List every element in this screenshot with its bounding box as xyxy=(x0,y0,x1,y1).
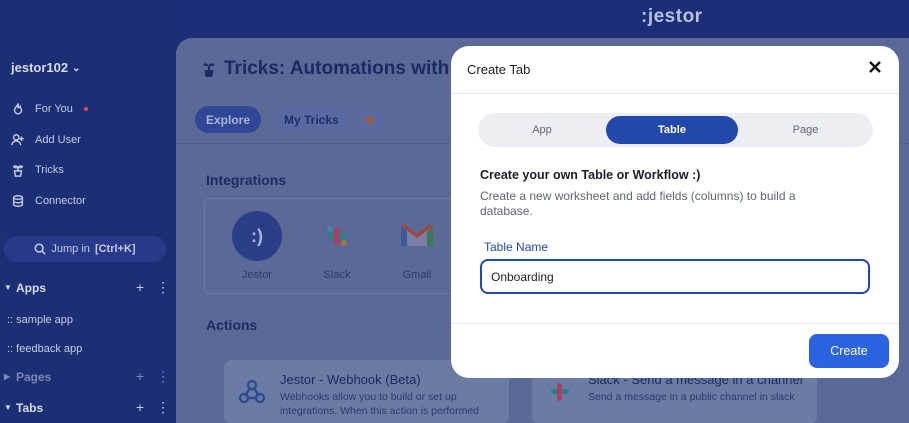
search-icon xyxy=(34,243,47,255)
actions-title: Actions xyxy=(206,317,258,333)
chevron-down-icon: ⌄ xyxy=(72,63,81,74)
close-button[interactable] xyxy=(868,60,884,76)
action-description: Send a message in a public channel in sl… xyxy=(588,391,795,403)
create-button[interactable]: Create xyxy=(809,334,889,368)
sidebar-item-label: Tricks xyxy=(35,164,64,176)
workspace-name: jestor102 xyxy=(11,60,69,75)
close-icon xyxy=(869,61,881,73)
table-name-label: Table Name xyxy=(484,240,549,254)
modal-heading: Create your own Table or Workflow :) xyxy=(480,168,701,182)
sun-icon xyxy=(363,112,377,127)
sidebar-item-add-user[interactable]: Add User xyxy=(10,132,81,148)
plus-icon[interactable]: + xyxy=(136,368,144,385)
sidebar-item-for-you[interactable]: For You xyxy=(10,101,88,117)
page-title: Tricks: Automations with xyxy=(200,58,449,80)
sidebar-item-tricks[interactable]: Tricks xyxy=(10,162,64,178)
jump-in-search[interactable]: Jump in [Ctrl+K] xyxy=(4,236,166,262)
sidebar-item-label: Connector xyxy=(35,195,86,207)
segment-page[interactable]: Page xyxy=(740,116,871,144)
more-icon[interactable]: ⋮ xyxy=(156,368,170,385)
section-label: Tabs xyxy=(16,400,44,415)
more-icon[interactable]: ⋮ xyxy=(156,399,170,416)
modal-header: Create Tab xyxy=(451,46,899,94)
slack-icon xyxy=(551,383,569,401)
sidebar-item-label: For You xyxy=(35,103,73,115)
modal-title: Create Tab xyxy=(467,62,531,77)
section-label: Pages xyxy=(16,369,52,384)
caret-down-icon: ▼ xyxy=(4,403,12,412)
section-apps[interactable]: ▼ Apps + ⋮ xyxy=(4,279,170,296)
sidebar-app-link[interactable]: :: sample app xyxy=(7,314,73,326)
jestor-logo-icon: :) xyxy=(232,211,282,261)
plant-icon xyxy=(10,162,26,178)
settings-sun-button[interactable] xyxy=(356,106,384,133)
sidebar-app-link[interactable]: :: feedback app xyxy=(7,343,82,355)
sidebar: jestor102 ⌄ For You Add User Tricks Conn… xyxy=(0,0,176,423)
integrations-card: :) Jestor Slack Gmail xyxy=(204,198,464,294)
segment-app[interactable]: App xyxy=(480,116,604,144)
integration-name: Slack xyxy=(323,269,351,281)
action-description: Webhooks allow you to build or set up in… xyxy=(280,391,480,417)
integration-name: Jestor xyxy=(242,269,272,281)
tab-type-segmented-control: App Table Page xyxy=(478,113,873,147)
section-label: Apps xyxy=(16,280,46,295)
database-icon xyxy=(10,193,26,209)
jump-label: Jump in xyxy=(51,243,90,255)
action-title: Jestor - Webhook (Beta) xyxy=(280,372,421,387)
tab-explore[interactable]: Explore xyxy=(195,106,262,133)
tab-my-tricks[interactable]: My Tricks xyxy=(273,106,350,133)
gmail-icon xyxy=(392,211,442,261)
integration-gmail[interactable]: Gmail xyxy=(391,211,443,281)
integration-jestor[interactable]: :) Jestor xyxy=(231,211,283,281)
integration-slack[interactable]: Slack xyxy=(311,211,363,281)
sidebar-item-label: Add User xyxy=(35,134,81,146)
jump-shortcut: [Ctrl+K] xyxy=(94,243,136,255)
plus-icon[interactable]: + xyxy=(136,399,144,416)
workspace-switcher[interactable]: jestor102 ⌄ xyxy=(11,60,80,75)
create-tab-modal: Create Tab App Table Page Create your ow… xyxy=(451,46,899,378)
more-icon[interactable]: ⋮ xyxy=(156,279,170,296)
jestor-logo: :jestor xyxy=(641,6,703,27)
page-title-text: Tricks: Automations with xyxy=(224,58,450,79)
segment-table[interactable]: Table xyxy=(606,116,738,144)
add-user-icon xyxy=(10,132,26,148)
integrations-title: Integrations xyxy=(206,172,287,188)
caret-right-icon: ▶ xyxy=(4,372,11,381)
section-pages[interactable]: ▶ Pages + ⋮ xyxy=(4,368,170,385)
modal-description: Create a new worksheet and add fields (c… xyxy=(480,189,796,218)
plus-icon[interactable]: + xyxy=(136,279,144,296)
slack-icon xyxy=(312,211,362,261)
notification-dot xyxy=(83,107,88,111)
sidebar-item-connector[interactable]: Connector xyxy=(10,193,86,209)
webhook-icon xyxy=(238,379,266,404)
flame-icon xyxy=(10,101,26,117)
plant-icon xyxy=(203,63,215,77)
modal-footer: Create xyxy=(451,323,899,378)
section-tabs[interactable]: ▼ Tabs + ⋮ xyxy=(4,399,170,416)
integration-name: Gmail xyxy=(402,269,432,281)
caret-down-icon: ▼ xyxy=(4,283,12,292)
table-name-input[interactable] xyxy=(480,259,870,294)
